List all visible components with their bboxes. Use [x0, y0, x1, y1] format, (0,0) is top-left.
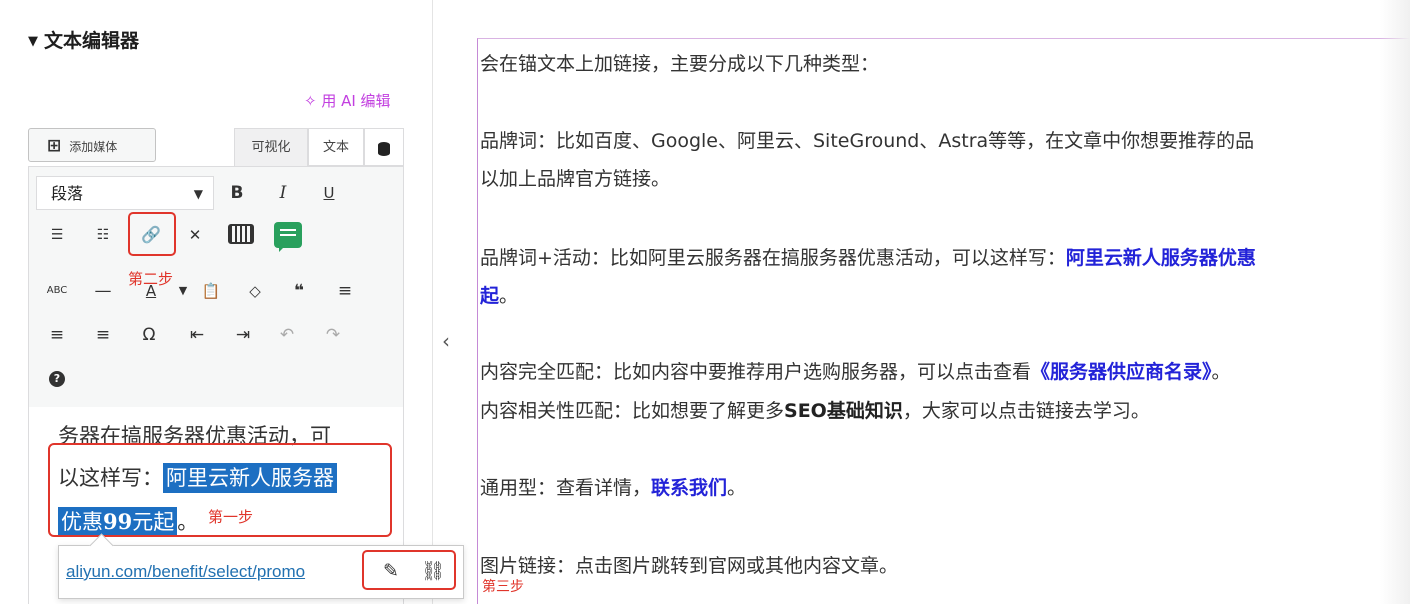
content-preview — [477, 38, 1410, 604]
remove-link-icon[interactable]: ⛓ — [418, 556, 448, 586]
preview-paragraph: 品牌词：比如百度、Google、阿里云、SiteGround、Astra等等，在… — [480, 130, 1255, 152]
step-two-highlight — [128, 212, 176, 256]
add-media-label: 添加媒体 — [69, 140, 118, 154]
preview-paragraph: 品牌词+活动：比如阿里云服务器在搞服务器优惠活动，可以这样写：阿里云新人服务器优… — [480, 243, 1256, 270]
preview-paragraph: 以加上品牌官方链接。 — [480, 168, 671, 190]
preview-text: ，大家可以点击链接去学习。 — [902, 400, 1150, 422]
preview-link[interactable]: 《服务器供应商名录》 — [1031, 361, 1212, 383]
outdent-icon[interactable]: ⇤ — [182, 320, 212, 350]
toolbar-toggle-icon[interactable] — [228, 224, 254, 244]
preview-link[interactable]: 起 — [480, 285, 499, 307]
comment-plugin-icon[interactable] — [274, 222, 302, 252]
align-center-icon[interactable]: ≡ — [42, 320, 72, 350]
preview-paragraph: 图片链接：点击图片跳转到官网或其他内容文章。 — [480, 555, 899, 577]
caret-down-icon: ▼ — [28, 34, 38, 49]
special-character-icon[interactable]: Ω — [134, 320, 164, 350]
step-one-label: 第一步 — [208, 508, 254, 526]
bold-button[interactable]: B — [222, 178, 252, 208]
preview-paragraph: 内容完全匹配：比如内容中要推荐用户选购服务器，可以点击查看《服务器供应商名录》。 — [480, 357, 1231, 384]
format-select[interactable]: 段落 ▼ — [36, 176, 214, 210]
preview-link[interactable]: 联系我们 — [651, 477, 727, 499]
text-color-dropdown-icon[interactable]: ▼ — [168, 276, 198, 306]
preview-paragraph: 起。 — [480, 281, 518, 308]
italic-button[interactable]: I — [268, 178, 298, 208]
help-icon[interactable]: ? — [42, 362, 72, 392]
preview-text: 内容相关性匹配：比如想要了解更多 — [480, 400, 785, 422]
align-left-icon[interactable]: ≡ — [330, 276, 360, 306]
collapse-panel-icon[interactable]: ‹ — [436, 326, 456, 356]
preview-paragraph: 通用型：查看详情，联系我们。 — [480, 473, 746, 500]
bullet-list-icon[interactable]: ☰ — [42, 220, 72, 250]
preview-text: 。 — [1211, 361, 1231, 383]
preview-bold-text: SEO基础知识 — [784, 400, 903, 422]
numbered-list-icon[interactable]: ☷ — [88, 220, 118, 250]
tab-database[interactable] — [364, 128, 404, 166]
undo-icon[interactable]: ↶ — [272, 320, 302, 350]
blockquote-icon[interactable]: ❝ — [284, 276, 314, 306]
section-title-label: 文本编辑器 — [44, 30, 140, 52]
preview-text: 。 — [727, 477, 747, 499]
align-right-icon[interactable]: ≡ — [88, 320, 118, 350]
preview-text: 品牌词+活动：比如阿里云服务器在搞服务器优惠活动，可以这样写： — [480, 247, 1066, 269]
indent-icon[interactable]: ⇥ — [228, 320, 258, 350]
strikethrough-icon[interactable]: ABC — [42, 276, 72, 306]
horizontal-rule-icon[interactable]: — — [88, 276, 118, 306]
panel-divider — [432, 0, 433, 604]
preview-paragraph: 内容相关性匹配：比如想要了解更多SEO基础知识，大家可以点击链接去学习。 — [480, 396, 1150, 423]
media-icon: ⊞ — [47, 136, 62, 156]
redo-icon[interactable]: ↷ — [318, 320, 348, 350]
help-glyph: ? — [49, 371, 65, 387]
clear-formatting-icon[interactable]: ◇ — [240, 276, 270, 306]
database-icon — [378, 141, 390, 156]
ai-edit-link[interactable]: ✧ 用 AI 编辑 — [304, 90, 391, 111]
link-url[interactable]: aliyun.com/benefit/select/promo — [66, 562, 305, 582]
preview-link[interactable]: 阿里云新人服务器优惠 — [1066, 247, 1256, 269]
fullscreen-icon[interactable]: ✕ — [180, 220, 210, 250]
tab-visual[interactable]: 可视化 — [234, 128, 308, 166]
chevron-down-icon: ▼ — [193, 187, 203, 201]
tab-text[interactable]: 文本 — [308, 128, 364, 166]
preview-text: 。 — [499, 285, 519, 307]
add-media-button[interactable]: ⊞ 添加媒体 — [28, 128, 156, 162]
paste-text-icon[interactable]: 📋 — [196, 276, 226, 306]
section-title[interactable]: ▼ 文本编辑器 — [28, 26, 139, 53]
preview-paragraph: 会在锚文本上加链接，主要分成以下几种类型： — [480, 53, 880, 75]
text-color-icon[interactable]: A — [136, 276, 166, 306]
preview-text: 内容完全匹配：比如内容中要推荐用户选购服务器，可以点击查看 — [480, 361, 1032, 383]
scroll-edge-shadow — [1380, 0, 1410, 604]
format-select-value: 段落 — [51, 184, 84, 203]
underline-button[interactable]: U — [314, 178, 344, 208]
edit-link-icon[interactable]: ✎ — [376, 556, 406, 586]
preview-text: 通用型：查看详情， — [480, 477, 652, 499]
